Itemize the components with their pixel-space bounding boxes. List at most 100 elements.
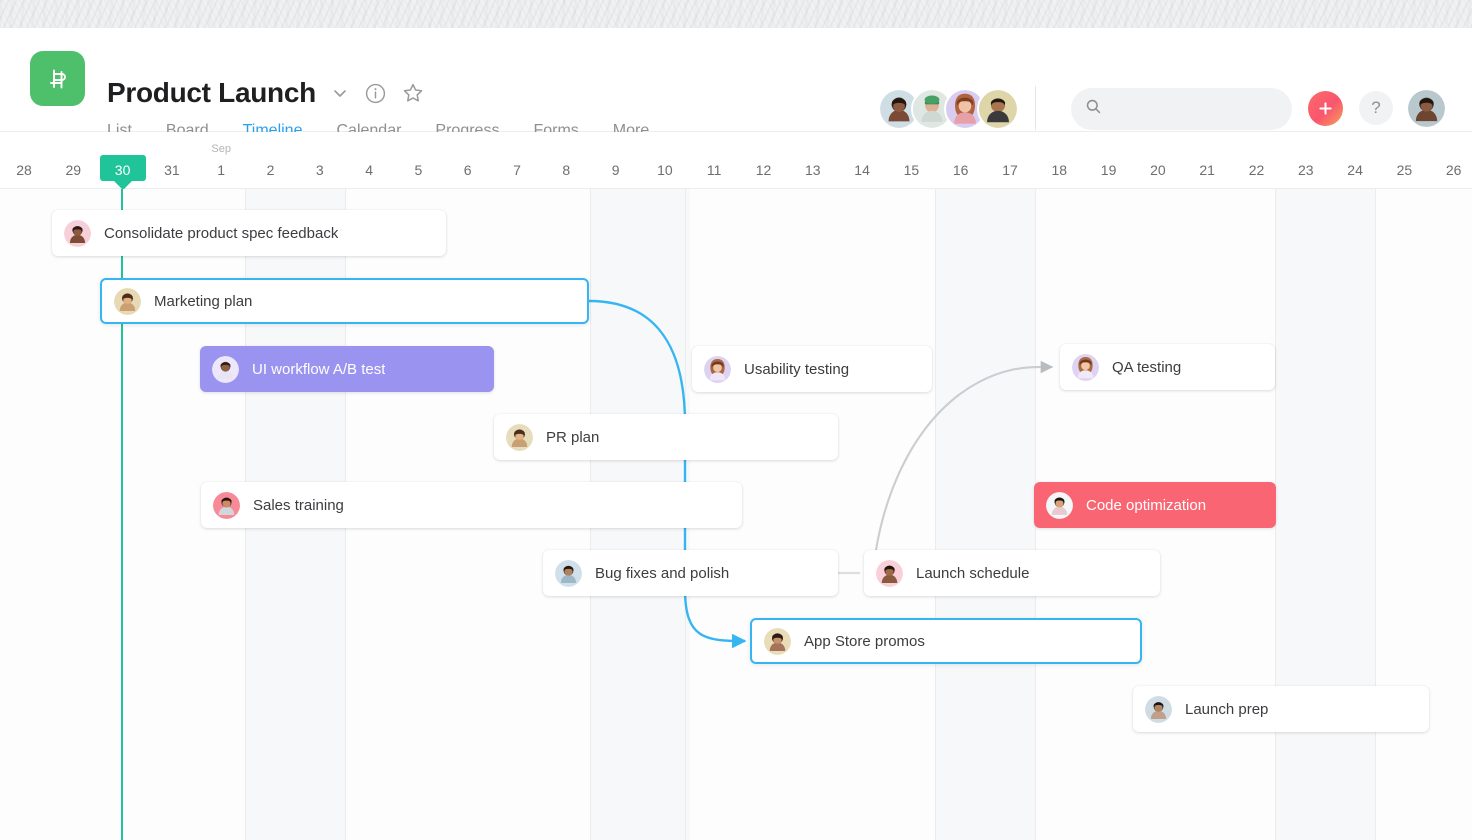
search-input[interactable]: [1111, 101, 1286, 117]
ruler-day-26[interactable]: 26: [1430, 132, 1472, 189]
task-bar-code-opt[interactable]: Code optimization: [1034, 482, 1276, 528]
ruler-day-14[interactable]: 14: [838, 132, 886, 189]
task-bar-launchprep[interactable]: Launch prep: [1133, 686, 1429, 732]
ruler-month-label: Sep: [211, 143, 231, 155]
ruler-day-label: 7: [513, 162, 521, 178]
add-button[interactable]: [1308, 91, 1343, 126]
ruler-day-11[interactable]: 11: [690, 132, 738, 189]
task-assignee-avatar[interactable]: [1072, 353, 1099, 381]
task-bar-pr-plan[interactable]: PR plan: [494, 414, 838, 460]
search-box[interactable]: [1071, 88, 1292, 130]
task-assignee-avatar[interactable]: [114, 287, 141, 315]
task-bar-usability[interactable]: Usability testing: [692, 346, 932, 392]
ruler-day-29[interactable]: 29: [49, 132, 97, 189]
task-bar-consolidate[interactable]: Consolidate product spec feedback: [52, 210, 446, 256]
ruler-day-4[interactable]: 4: [345, 132, 393, 189]
task-assignee-avatar[interactable]: [1046, 491, 1073, 519]
help-button[interactable]: ?: [1359, 91, 1393, 125]
ruler-day-label: 29: [65, 162, 82, 178]
task-assignee-avatar[interactable]: [64, 219, 91, 247]
ruler-day-25[interactable]: 25: [1380, 132, 1428, 189]
task-bar-label: UI workflow A/B test: [252, 360, 386, 378]
task-bar-label: Code optimization: [1086, 496, 1207, 514]
star-outline-icon[interactable]: [401, 81, 425, 105]
ruler-day-label: 26: [1445, 162, 1462, 178]
header-divider: [1035, 86, 1036, 130]
task-bar-label: PR plan: [546, 428, 600, 446]
current-user-avatar[interactable]: [1408, 90, 1445, 127]
timeline-date-ruler[interactable]: 28 29 30 31 Sep 1 2 3 4 5 6 7 8 9 10 11 12 13 14 15 16 17 18 19…: [0, 132, 1472, 189]
ruler-day-label: 13: [805, 162, 821, 178]
ruler-day-28[interactable]: 28: [0, 132, 48, 189]
task-bar-marketing[interactable]: Marketing plan: [100, 278, 589, 324]
task-bar-qa[interactable]: QA testing: [1060, 344, 1275, 390]
info-circle-icon[interactable]: [364, 82, 387, 105]
ruler-day-16[interactable]: 16: [937, 132, 985, 189]
task-bar-label: Bug fixes and polish: [595, 564, 730, 582]
ruler-day-21[interactable]: 21: [1183, 132, 1231, 189]
ruler-day-label: 12: [755, 162, 772, 178]
ruler-day-15[interactable]: 15: [887, 132, 935, 189]
ruler-day-1[interactable]: Sep 1: [197, 132, 245, 189]
ruler-day-label: 15: [903, 162, 920, 178]
chevron-down-icon[interactable]: [330, 83, 350, 103]
project-title-row: Product Launch: [107, 76, 425, 110]
ruler-day-30[interactable]: 30: [99, 132, 147, 189]
ruler-day-label: 16: [952, 162, 969, 178]
ruler-day-label: 9: [611, 162, 620, 178]
ruler-day-7[interactable]: 7: [493, 132, 541, 189]
ruler-day-label: 11: [706, 162, 722, 178]
ruler-day-22[interactable]: 22: [1233, 132, 1281, 189]
ruler-day-5[interactable]: 5: [394, 132, 442, 189]
task-bar-bugfix[interactable]: Bug fixes and polish: [543, 550, 838, 596]
task-bar-ui-ab[interactable]: UI workflow A/B test: [200, 346, 494, 392]
timeline-canvas[interactable]: Consolidate product spec feedback Marketi…: [0, 189, 1472, 840]
task-bar-appstore[interactable]: App Store promos: [750, 618, 1142, 664]
ruler-day-18[interactable]: 18: [1035, 132, 1083, 189]
ruler-day-label: 25: [1396, 162, 1413, 178]
ruler-day-label: 20: [1150, 162, 1166, 178]
ruler-day-17[interactable]: 17: [986, 132, 1034, 189]
ruler-day-12[interactable]: 12: [740, 132, 788, 189]
ruler-day-13[interactable]: 13: [789, 132, 837, 189]
ruler-day-6[interactable]: 6: [444, 132, 492, 189]
task-assignee-avatar[interactable]: [212, 355, 239, 383]
ruler-day-label: 22: [1248, 162, 1265, 178]
task-bar-launch-sch[interactable]: Launch schedule: [864, 550, 1160, 596]
ruler-day-label: 18: [1051, 162, 1068, 178]
task-bar-label: App Store promos: [804, 632, 925, 650]
page-title: Product Launch: [107, 77, 316, 108]
ruler-day-24[interactable]: 24: [1331, 132, 1379, 189]
ruler-day-23[interactable]: 23: [1282, 132, 1330, 189]
ruler-day-19[interactable]: 19: [1085, 132, 1133, 189]
task-assignee-avatar[interactable]: [704, 355, 731, 383]
ruler-day-8[interactable]: 8: [542, 132, 590, 189]
task-assignee-avatar[interactable]: [213, 491, 240, 519]
task-assignee-avatar[interactable]: [764, 627, 791, 655]
ruler-day-31[interactable]: 31: [148, 132, 196, 189]
task-bar-label: Marketing plan: [154, 292, 253, 310]
project-members-avatars[interactable]: [878, 88, 1019, 130]
ruler-day-label: 21: [1199, 162, 1215, 178]
ruler-day-3[interactable]: 3: [296, 132, 344, 189]
avatar[interactable]: [977, 88, 1019, 130]
task-assignee-avatar[interactable]: [506, 423, 533, 451]
ruler-day-2[interactable]: 2: [247, 132, 295, 189]
ruler-day-label: 10: [657, 162, 673, 178]
project-logo-icon[interactable]: [30, 51, 85, 106]
ruler-day-20[interactable]: 20: [1134, 132, 1182, 189]
task-assignee-avatar[interactable]: [555, 559, 582, 587]
task-bar-sales[interactable]: Sales training: [201, 482, 742, 528]
ruler-day-9[interactable]: 9: [592, 132, 640, 189]
ruler-day-10[interactable]: 10: [641, 132, 689, 189]
task-bar-label: Launch prep: [1185, 700, 1269, 718]
task-bar-label: Sales training: [253, 496, 344, 514]
ruler-day-label: 14: [854, 162, 870, 178]
ruler-day-label: 30: [114, 162, 131, 178]
task-assignee-avatar[interactable]: [876, 559, 903, 587]
ruler-day-label: 6: [463, 162, 472, 178]
task-bar-label: QA testing: [1112, 358, 1182, 376]
task-assignee-avatar[interactable]: [1145, 695, 1172, 723]
app-header: Product Launch List Board Timeline Calen…: [0, 28, 1472, 156]
task-bar-label: Consolidate product spec feedback: [104, 224, 339, 242]
